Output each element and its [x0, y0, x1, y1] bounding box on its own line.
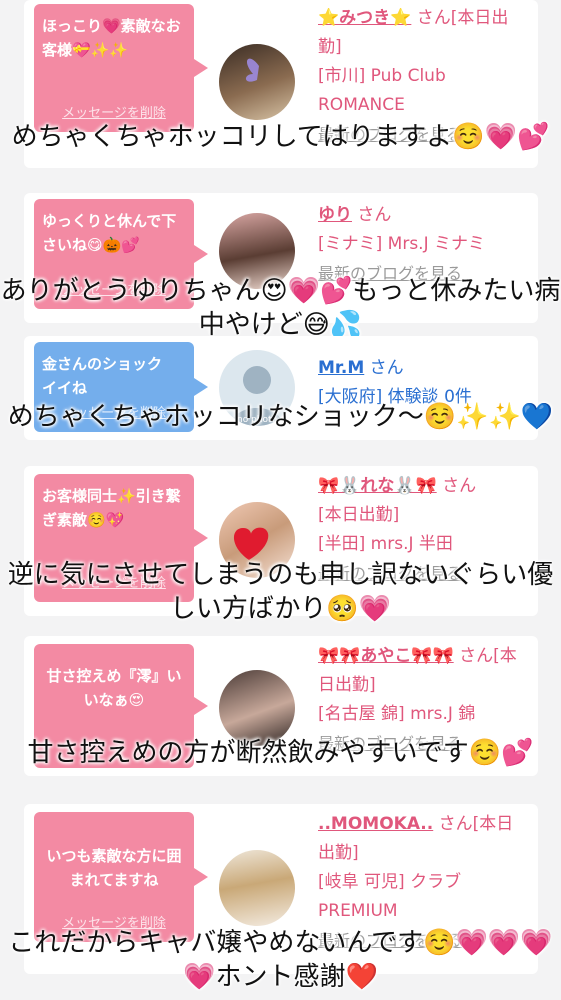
user-name-link[interactable]: Mr.M: [318, 358, 364, 378]
message-text: お客様同士✨引き繋ぎ素敵☺️💖: [42, 487, 181, 529]
overlay-caption: めちゃくちゃホッコリなショック〜☺️✨✨💙: [7, 402, 554, 432]
avatar[interactable]: [219, 670, 295, 746]
honorific: さん: [357, 205, 392, 225]
cast-name-link[interactable]: ..MOMOKA..: [318, 814, 433, 834]
overlay-caption: 甘さ控えめの方が断然飲みやすいです☺️💕: [27, 738, 534, 768]
overlay-caption: 逆に気にさせてしまうのも申し訳ないぐらい優しい方ばかり🥺💗: [7, 560, 554, 624]
butterfly-icon: [245, 58, 259, 82]
shop-name: [ミナミ] Mrs.J ミナミ: [318, 234, 486, 254]
shop-name: [市川] Pub Club ROMANCE: [318, 66, 446, 115]
overlay-caption: これだからキャバ嬢やめないんです☺️💗💗💗💗ホント感謝❤️: [8, 928, 553, 992]
message-text: ゆっくりと休んで下さいね😋🎃💕: [42, 212, 177, 254]
shop-name: [名古屋 錦] mrs.J 錦: [318, 704, 476, 724]
shop-name: [半田] mrs.J 半田: [318, 534, 453, 554]
message-bubble: いつも素敵な方に囲まれてますね メッセージを削除: [34, 812, 208, 942]
cast-name-link[interactable]: ゆり: [318, 205, 352, 225]
message-text: 金さんのショック イイね: [42, 355, 178, 397]
message-text: いつも素敵な方に囲まれてますね: [46, 847, 182, 889]
message-text: ほっこり💗素敵なお客様💝✨✨: [42, 17, 181, 59]
overlay-caption: めちゃくちゃホッコリしてはりますよ☺️💗💕: [11, 122, 550, 152]
honorific: さん: [442, 476, 477, 496]
cast-name-link[interactable]: 🎀🎀あやこ🎀🎀: [318, 646, 454, 666]
message-bubble: ほっこり💗素敵なお客様💝✨✨ メッセージを削除: [34, 4, 208, 132]
overlay-caption: ありがとうゆりちゃん😍💗💕もっと休みたい病中やけど😅💦: [0, 276, 561, 340]
shop-name: [岐阜 可児] クラブ PREMIUM: [318, 872, 462, 921]
avatar[interactable]: [219, 44, 295, 120]
message-text: 甘さ控えめ『澪』いいなぁ😍: [46, 667, 182, 709]
cast-name-link[interactable]: 🎀🐰れな🐰🎀: [318, 476, 437, 496]
honorific: さん: [369, 358, 404, 378]
work-status: [本日出勤]: [318, 505, 400, 525]
avatar[interactable]: [219, 850, 295, 926]
cast-name-link[interactable]: ⭐みつき⭐: [318, 8, 411, 28]
